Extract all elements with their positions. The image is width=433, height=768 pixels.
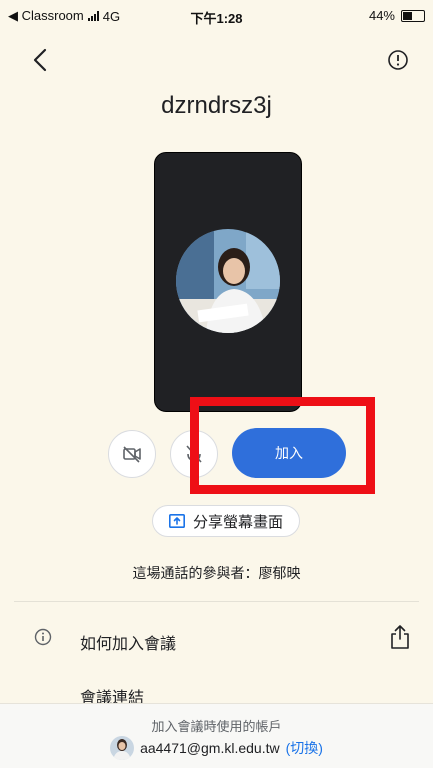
camera-toggle-button[interactable] bbox=[108, 430, 156, 478]
divider bbox=[14, 601, 419, 602]
meeting-code-title: dzrndrsz3j bbox=[161, 92, 272, 119]
self-preview-card bbox=[154, 152, 302, 412]
status-bar: ◀ Classroom 4G 下午1:28 44% bbox=[0, 0, 433, 30]
top-nav bbox=[0, 40, 433, 80]
avatar bbox=[176, 229, 280, 333]
back-chevron-icon[interactable] bbox=[26, 45, 56, 75]
mic-off-icon bbox=[186, 445, 202, 463]
account-avatar-image bbox=[110, 736, 135, 760]
battery-percent: 44% bbox=[368, 8, 395, 23]
avatar-photo-image bbox=[176, 229, 280, 333]
join-button[interactable]: 加入 bbox=[232, 428, 346, 478]
share-screen-label: 分享螢幕畫面 bbox=[192, 513, 283, 531]
switch-close-paren: ) bbox=[318, 740, 323, 756]
account-caption: 加入會議時使用的帳戶 bbox=[151, 719, 282, 734]
account-email: aa4471@gm.kl.edu.tw bbox=[140, 740, 280, 756]
status-right: 44% bbox=[369, 8, 425, 23]
how-to-join-label: 如何加入會議 bbox=[80, 636, 177, 653]
camera-off-icon bbox=[123, 446, 141, 463]
switch-label: 切換 bbox=[290, 740, 319, 756]
participants-text: 這場通話的參與者：廖郁映 bbox=[132, 565, 301, 581]
how-to-join-row[interactable]: 如何加入會議 bbox=[0, 618, 433, 662]
info-icon bbox=[34, 628, 52, 646]
battery-icon bbox=[401, 9, 425, 22]
switch-account-link[interactable]: (切換) bbox=[286, 738, 323, 758]
report-issue-icon[interactable] bbox=[383, 45, 413, 75]
share-screen-button[interactable]: 分享螢幕畫面 bbox=[152, 505, 300, 537]
account-panel: 加入會議時使用的帳戶 aa4471@gm.kl.edu.tw (切換) bbox=[0, 703, 433, 768]
present-screen-icon bbox=[168, 514, 185, 528]
account-line: aa4471@gm.kl.edu.tw (切換) bbox=[0, 736, 433, 760]
share-icon[interactable] bbox=[389, 624, 411, 650]
microphone-toggle-button[interactable] bbox=[170, 430, 218, 478]
account-avatar bbox=[110, 736, 135, 760]
